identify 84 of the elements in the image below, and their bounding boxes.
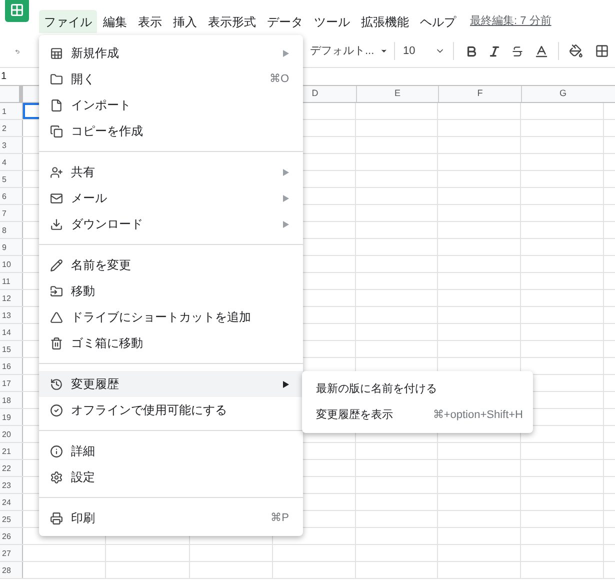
menu-item[interactable]: 移動 — [39, 278, 303, 304]
font-size-dropdown[interactable]: 10 — [401, 42, 447, 60]
last-edit-link[interactable]: 最終編集: 7 分前 — [470, 13, 552, 30]
column-header[interactable]: E — [356, 86, 438, 102]
menu-bar-item[interactable]: ツール — [309, 10, 355, 33]
file-icon — [50, 98, 63, 112]
font-dropdown[interactable]: デフォルト... — [310, 42, 388, 60]
row-header[interactable]: 10 — [0, 256, 23, 272]
fill-color-icon[interactable] — [569, 44, 583, 58]
menu-item[interactable]: 名前を変更 — [39, 252, 303, 278]
row-header[interactable]: 26 — [0, 528, 23, 544]
menu-item[interactable]: 共有 — [39, 159, 303, 185]
triangle-icon — [50, 310, 63, 324]
row-header[interactable]: 19 — [0, 409, 23, 425]
menu-bar-item[interactable]: 編集 — [98, 10, 132, 33]
column-header[interactable]: F — [438, 86, 521, 102]
row-header[interactable]: 4 — [0, 154, 23, 170]
column-header[interactable]: G — [521, 86, 604, 102]
menu-item[interactable]: 印刷 ⌘P — [39, 505, 303, 531]
row-header[interactable]: 22 — [0, 460, 23, 476]
menu-bar-item[interactable]: 挿入 — [168, 10, 202, 33]
bold-icon[interactable] — [465, 44, 478, 58]
menu-item[interactable]: 設定 — [39, 464, 303, 490]
menu-bar-item[interactable]: 拡張機能 — [356, 10, 414, 33]
row-header[interactable]: 9 — [0, 239, 23, 255]
menu-item[interactable]: ゴミ箱に移動 — [39, 330, 303, 356]
name-box[interactable]: 1 — [1, 69, 7, 84]
row-header[interactable]: 1 — [0, 103, 23, 119]
check-circle-icon — [50, 404, 63, 416]
row-header[interactable]: 16 — [0, 358, 23, 374]
row-header[interactable]: 28 — [0, 562, 23, 578]
submenu-item[interactable]: 変更履歴を表示 ⌘+option+Shift+H — [302, 402, 533, 428]
row-header[interactable]: 7 — [0, 205, 23, 221]
mail-icon — [50, 192, 63, 204]
menu-item[interactable]: 新規作成 — [39, 40, 303, 66]
info-icon — [50, 444, 63, 458]
borders-icon[interactable] — [595, 44, 609, 58]
menu-bar-item[interactable]: 表示形式 — [203, 10, 261, 33]
strikethrough-icon[interactable] — [511, 44, 524, 58]
row-header[interactable]: 11 — [0, 273, 23, 289]
menu-item[interactable]: インポート — [39, 92, 303, 118]
menu-bar-item[interactable]: ファイル — [39, 10, 97, 33]
row-header[interactable]: 5 — [0, 171, 23, 187]
row-header[interactable]: 13 — [0, 307, 23, 323]
row-header[interactable]: 25 — [0, 511, 23, 527]
row-header[interactable]: 2 — [0, 120, 23, 136]
settings-icon — [50, 470, 63, 484]
row-header[interactable]: 27 — [0, 545, 23, 561]
menu-bar-item[interactable]: ヘルプ — [415, 10, 461, 33]
trash-icon — [50, 336, 63, 350]
row-header[interactable]: 24 — [0, 494, 23, 510]
italic-icon[interactable] — [488, 44, 501, 58]
menu-item[interactable]: 詳細 — [39, 438, 303, 464]
folder-icon — [50, 72, 63, 86]
row-header[interactable]: 12 — [0, 290, 23, 306]
row-header[interactable]: 14 — [0, 324, 23, 340]
history-icon — [50, 378, 63, 390]
row-header[interactable]: 23 — [0, 477, 23, 493]
row-header[interactable]: 21 — [0, 443, 23, 459]
text-color-icon[interactable] — [534, 44, 549, 58]
download-icon — [50, 218, 63, 230]
folder-arrow-icon — [50, 284, 63, 298]
copy-icon — [50, 124, 63, 138]
pencil-icon — [50, 258, 63, 272]
row-header[interactable]: 3 — [0, 137, 23, 153]
menu-item[interactable]: ダウンロード — [39, 211, 303, 237]
row-header[interactable]: 6 — [0, 188, 23, 204]
app-logo-icon[interactable] — [5, 0, 29, 22]
menu-bar-item[interactable]: データ — [262, 10, 308, 33]
menu-item[interactable]: 変更履歴 — [39, 371, 303, 397]
menu-item[interactable]: コピーを作成 — [39, 118, 303, 144]
menu-bar-item[interactable]: 表示 — [133, 10, 167, 33]
row-header[interactable]: 15 — [0, 341, 23, 357]
printer-icon — [50, 512, 63, 524]
row-header[interactable]: 18 — [0, 392, 23, 408]
menu-item[interactable]: ドライブにショートカットを追加 — [39, 304, 303, 330]
submenu-item[interactable]: 最新の版に名前を付ける — [302, 376, 533, 402]
menu-item[interactable]: メール — [39, 185, 303, 211]
menu-item[interactable]: 開く ⌘O — [39, 66, 303, 92]
add-person-icon — [50, 166, 63, 178]
row-header[interactable]: 8 — [0, 222, 23, 238]
row-header[interactable]: 17 — [0, 375, 23, 391]
sheet-icon — [50, 46, 63, 60]
row-header[interactable]: 20 — [0, 426, 23, 442]
